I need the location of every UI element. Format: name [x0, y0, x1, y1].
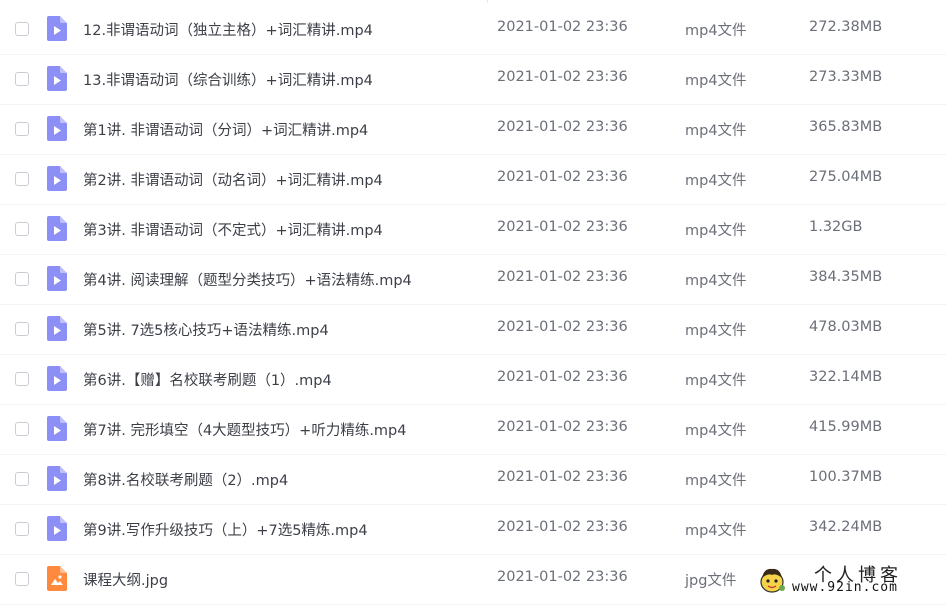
- file-name[interactable]: 12.非谓语动词（独立主格）+词汇精讲.mp4: [83, 19, 373, 40]
- video-file-icon: [47, 266, 67, 291]
- video-file-icon: [47, 466, 67, 491]
- file-row[interactable]: 第9讲.写作升级技巧（上）+7选5精炼.mp4 2021-01-02 23:36 m…: [0, 505, 946, 555]
- image-file-icon: [47, 566, 67, 591]
- file-row[interactable]: 第2讲. 非谓语动词（动名词）+词汇精讲.mp4 2021-01-02 23:36…: [0, 155, 946, 205]
- file-type: mp4文件: [685, 473, 747, 489]
- column-divider: [487, 0, 488, 3]
- modified-date: 2021-01-02 23:36: [497, 19, 628, 35]
- row-checkbox[interactable]: [15, 72, 29, 86]
- file-size: 272.38MB: [809, 19, 883, 35]
- file-size: 365.83MB: [809, 119, 883, 135]
- file-size: 100.37MB: [809, 469, 883, 485]
- file-name[interactable]: 第8讲.名校联考刷题（2）.mp4: [83, 469, 288, 490]
- video-file-icon: [47, 516, 67, 541]
- file-type: mp4文件: [685, 123, 747, 139]
- modified-date: 2021-01-02 23:36: [497, 319, 628, 335]
- video-file-icon: [47, 116, 67, 141]
- row-checkbox[interactable]: [15, 272, 29, 286]
- row-checkbox[interactable]: [15, 222, 29, 236]
- file-row[interactable]: 第1讲. 非谓语动词（分词）+词汇精讲.mp4 2021-01-02 23:36 m…: [0, 105, 946, 155]
- file-type: mp4文件: [685, 373, 747, 389]
- file-name[interactable]: 第3讲. 非谓语动词（不定式）+词汇精讲.mp4: [83, 219, 383, 240]
- video-file-icon: [47, 66, 67, 91]
- video-file-icon: [47, 16, 67, 41]
- file-name[interactable]: 第4讲. 阅读理解（题型分类技巧）+语法精练.mp4: [83, 269, 412, 290]
- file-name[interactable]: 第9讲.写作升级技巧（上）+7选5精炼.mp4: [83, 519, 368, 540]
- file-row[interactable]: 第3讲. 非谓语动词（不定式）+词汇精讲.mp4 2021-01-02 23:36…: [0, 205, 946, 255]
- file-type: mp4文件: [685, 273, 747, 289]
- modified-date: 2021-01-02 23:36: [497, 219, 628, 235]
- file-name[interactable]: 第1讲. 非谓语动词（分词）+词汇精讲.mp4: [83, 119, 368, 140]
- video-file-icon: [47, 166, 67, 191]
- file-row[interactable]: 第6讲.【赠】名校联考刷题（1）.mp4 2021-01-02 23:36 mp4文…: [0, 355, 946, 405]
- file-row[interactable]: 12.非谓语动词（独立主格）+词汇精讲.mp4 2021-01-02 23:36 m…: [0, 5, 946, 55]
- file-row[interactable]: 13.非谓语动词（综合训练）+词汇精讲.mp4 2021-01-02 23:36 m…: [0, 55, 946, 105]
- file-type: mp4文件: [685, 323, 747, 339]
- row-checkbox[interactable]: [15, 522, 29, 536]
- file-name[interactable]: 第2讲. 非谓语动词（动名词）+词汇精讲.mp4: [83, 169, 383, 190]
- file-size: 384.35MB: [809, 269, 883, 285]
- file-name[interactable]: 13.非谓语动词（综合训练）+词汇精讲.mp4: [83, 69, 373, 90]
- file-name[interactable]: 课程大纲.jpg: [83, 569, 168, 590]
- row-checkbox[interactable]: [15, 22, 29, 36]
- row-checkbox[interactable]: [15, 372, 29, 386]
- file-row[interactable]: 第7讲. 完形填空（4大题型技巧）+听力精练.mp4 2021-01-02 23:…: [0, 405, 946, 455]
- video-file-icon: [47, 216, 67, 241]
- row-checkbox[interactable]: [15, 122, 29, 136]
- modified-date: 2021-01-02 23:36: [497, 419, 628, 435]
- file-type: mp4文件: [685, 73, 747, 89]
- file-type: jpg文件: [685, 573, 737, 589]
- modified-date: 2021-01-02 23:36: [497, 69, 628, 85]
- video-file-icon: [47, 366, 67, 391]
- file-size: 478.03MB: [809, 319, 883, 335]
- modified-date: 2021-01-02 23:36: [497, 519, 628, 535]
- watermark: 个人博客 www.92in.com: [754, 558, 944, 598]
- file-name[interactable]: 第6讲.【赠】名校联考刷题（1）.mp4: [83, 369, 332, 390]
- modified-date: 2021-01-02 23:36: [497, 369, 628, 385]
- file-type: mp4文件: [685, 223, 747, 239]
- file-name[interactable]: 第5讲. 7选5核心技巧+语法精练.mp4: [83, 319, 329, 340]
- watermark-url: www.92in.com: [792, 580, 898, 595]
- file-size: 342.24MB: [809, 519, 883, 535]
- modified-date: 2021-01-02 23:36: [497, 569, 628, 585]
- file-row[interactable]: 第8讲.名校联考刷题（2）.mp4 2021-01-02 23:36 mp4文件 10…: [0, 455, 946, 505]
- file-size: 1.32GB: [809, 219, 863, 235]
- file-name[interactable]: 第7讲. 完形填空（4大题型技巧）+听力精练.mp4: [83, 419, 406, 440]
- file-size: 275.04MB: [809, 169, 883, 185]
- cartoon-face-icon: [760, 568, 785, 593]
- video-file-icon: [47, 416, 67, 441]
- modified-date: 2021-01-02 23:36: [497, 119, 628, 135]
- modified-date: 2021-01-02 23:36: [497, 169, 628, 185]
- video-file-icon: [47, 316, 67, 341]
- modified-date: 2021-01-02 23:36: [497, 269, 628, 285]
- modified-date: 2021-01-02 23:36: [497, 469, 628, 485]
- file-size: 273.33MB: [809, 69, 883, 85]
- file-size: 415.99MB: [809, 419, 883, 435]
- file-size: 322.14MB: [809, 369, 883, 385]
- row-checkbox[interactable]: [15, 472, 29, 486]
- file-row[interactable]: 第4讲. 阅读理解（题型分类技巧）+语法精练.mp4 2021-01-02 23:…: [0, 255, 946, 305]
- file-type: mp4文件: [685, 523, 747, 539]
- row-checkbox[interactable]: [15, 422, 29, 436]
- row-checkbox[interactable]: [15, 172, 29, 186]
- file-type: mp4文件: [685, 23, 747, 39]
- row-checkbox[interactable]: [15, 572, 29, 586]
- row-checkbox[interactable]: [15, 322, 29, 336]
- file-type: mp4文件: [685, 173, 747, 189]
- file-row[interactable]: 第5讲. 7选5核心技巧+语法精练.mp4 2021-01-02 23:36 mp4…: [0, 305, 946, 355]
- file-type: mp4文件: [685, 423, 747, 439]
